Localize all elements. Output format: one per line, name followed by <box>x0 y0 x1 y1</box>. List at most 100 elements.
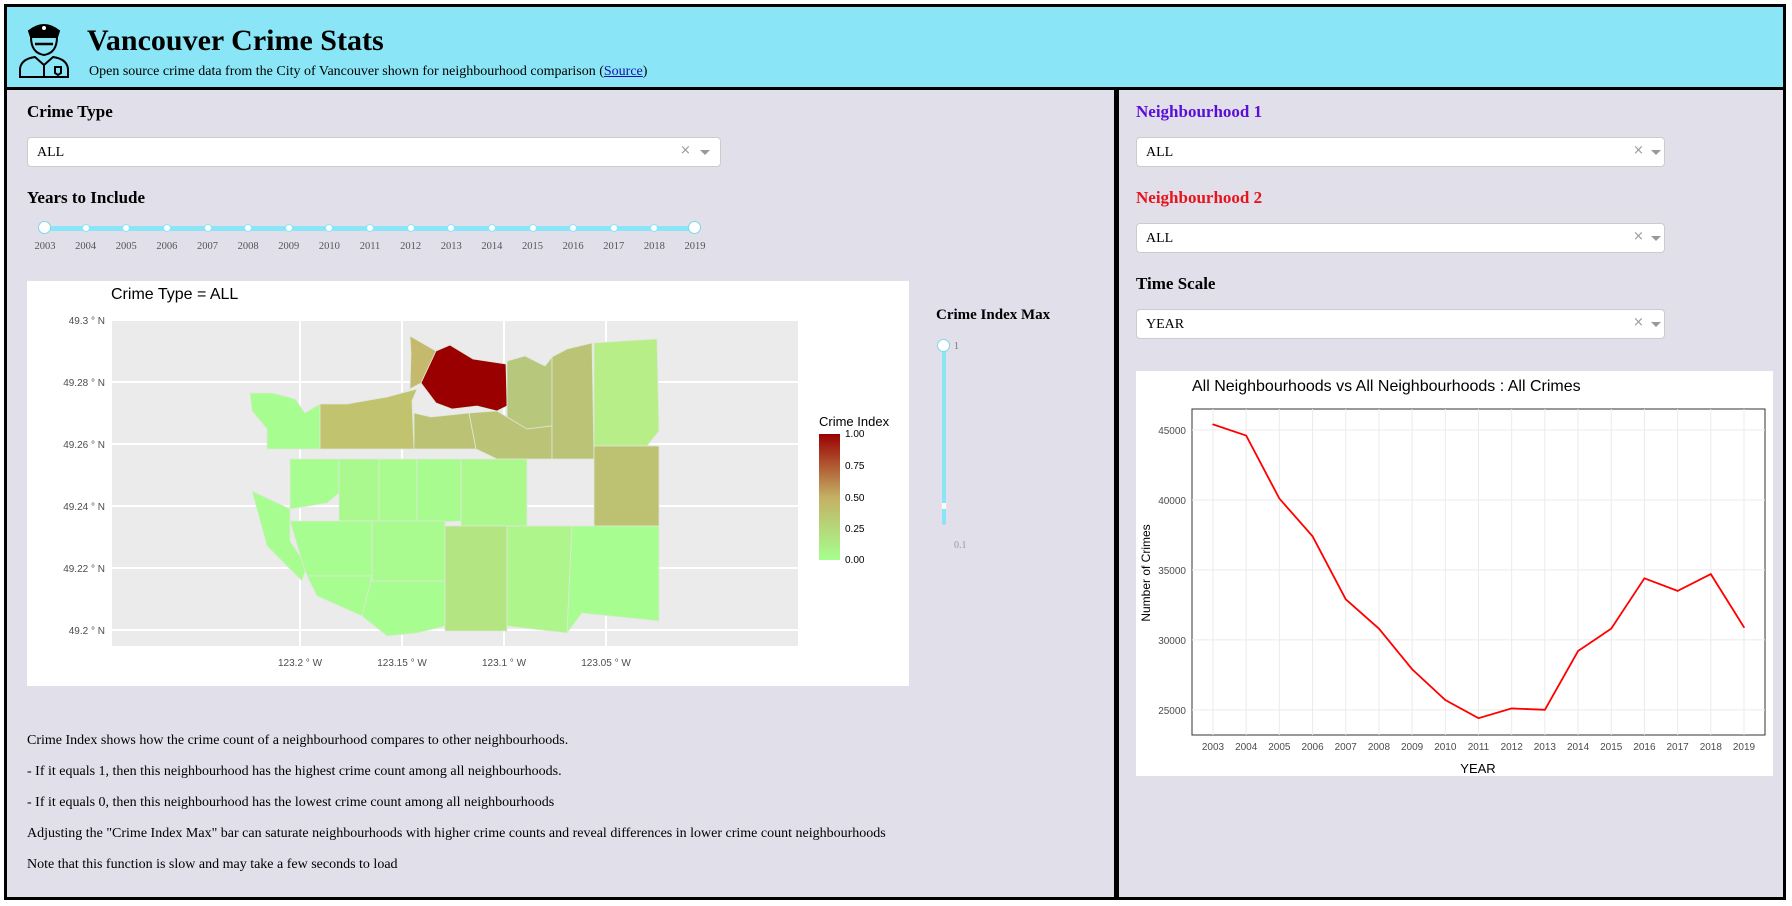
chart-data-point <box>1344 598 1347 601</box>
page-subtitle: Open source crime data from the City of … <box>89 64 648 79</box>
crime-type-select[interactable]: ALL × <box>27 137 721 167</box>
crime-map-panel: Crime Type = ALL 49.3 ° N 49.28 ° N 49.2… <box>27 281 909 686</box>
years-slider-tick-label: 2004 <box>75 241 97 252</box>
chart-data-point <box>1477 717 1480 720</box>
index-max-bottom-label: 0.1 <box>954 540 967 551</box>
chart-x-tick-label: 2018 <box>1700 742 1723 753</box>
chart-data-point <box>1544 709 1546 711</box>
years-slider-tick-label: 2015 <box>522 241 543 252</box>
time-scale-value: YEAR <box>1146 317 1185 332</box>
crime-map: Crime Type = ALL 49.3 ° N 49.28 ° N 49.2… <box>27 281 890 669</box>
chevron-down-icon[interactable] <box>1651 236 1661 241</box>
years-slider-tick-label: 2005 <box>115 241 137 252</box>
chart-x-tick-label: 2009 <box>1401 742 1424 753</box>
chevron-down-icon[interactable] <box>1651 150 1661 155</box>
note-line: Note that this function is slow and may … <box>27 857 398 872</box>
neighbourhood-grandview <box>551 342 595 460</box>
years-slider-tick <box>487 224 496 232</box>
years-slider-tick-label: 2014 <box>481 241 503 252</box>
years-slider-handle[interactable] <box>38 221 51 234</box>
crime-line-chart-panel: All Neighbourhoods vs All Neighbourhoods… <box>1136 371 1773 776</box>
neighbourhood-victoria-fraserview <box>506 525 573 634</box>
chart-title: All Neighbourhoods vs All Neighbourhoods… <box>1192 378 1581 395</box>
chart-y-tick-label: 30000 <box>1158 636 1186 647</box>
lon-axis: 123.2 ° W 123.15 ° W 123.1 ° W 123.05 ° … <box>278 658 631 669</box>
chart-y-tick-label: 25000 <box>1158 706 1186 717</box>
neighbourhood-strathcona <box>506 355 553 430</box>
chart-x-tick-label: 2014 <box>1567 742 1590 753</box>
header-banner: Vancouver Crime Stats Open source crime … <box>7 7 1783 90</box>
chart-data-point <box>1444 699 1447 701</box>
years-slider-tick-label: 2019 <box>684 241 706 252</box>
panel-divider <box>1114 90 1119 900</box>
chart-x-tick-label: 2003 <box>1202 742 1225 753</box>
lon-tick-label: 123.2 ° W <box>278 658 323 669</box>
years-slider-tick-label: 2010 <box>318 241 340 252</box>
crime-type-label: Crime Type <box>27 102 113 121</box>
crime-line-chart: All Neighbourhoods vs All Neighbourhoods… <box>1139 378 1766 776</box>
index-max-slider-handle[interactable] <box>937 339 950 352</box>
clear-icon[interactable]: × <box>1633 143 1644 158</box>
legend-title: Crime Index <box>819 414 890 429</box>
index-max-top-label: 1 <box>954 341 959 352</box>
chart-data-point <box>1577 650 1579 652</box>
years-slider-tick-label: 2012 <box>400 241 422 252</box>
years-slider-tick-label: 2016 <box>562 241 584 252</box>
chart-x-tick-label: 2015 <box>1600 742 1623 753</box>
chart-data-point <box>1245 434 1247 437</box>
chart-y-tick-label: 35000 <box>1158 566 1186 577</box>
neighbourhood-1-select[interactable]: ALL × <box>1136 137 1665 167</box>
lat-axis: 49.3 ° N 49.28 ° N 49.26 ° N 49.24 ° N 4… <box>63 316 105 637</box>
chart-data-point <box>1610 627 1613 630</box>
chevron-down-icon[interactable] <box>1651 322 1661 327</box>
years-slider-tick-label: 2006 <box>156 241 178 252</box>
neighbourhood-1-label: Neighbourhood 1 <box>1136 102 1263 121</box>
chart-x-tick-label: 2007 <box>1335 742 1358 753</box>
years-slider-tick <box>162 224 171 232</box>
app-frame: Vancouver Crime Stats Open source crime … <box>4 4 1786 900</box>
crime-type-value: ALL <box>37 145 65 160</box>
map-title: Crime Type = ALL <box>111 286 238 303</box>
neighbourhood-2-select[interactable]: ALL × <box>1136 223 1665 253</box>
police-officer-icon <box>19 24 69 78</box>
neighbourhood-2-value: ALL <box>1146 231 1174 246</box>
time-scale-select[interactable]: YEAR × <box>1136 309 1665 339</box>
lat-tick-label: 49.2 ° N <box>69 626 105 637</box>
clear-icon[interactable]: × <box>1633 229 1644 244</box>
lon-tick-label: 123.1 ° W <box>482 658 527 669</box>
note-line: Adjusting the "Crime Index Max" bar can … <box>27 826 886 841</box>
index-max-label: Crime Index Max <box>936 307 1051 323</box>
years-slider-tick-label: 2008 <box>237 241 259 252</box>
chart-data-point <box>1212 423 1214 426</box>
years-slider-tick-label: 2009 <box>278 241 300 252</box>
index-max-slider[interactable] <box>942 345 946 525</box>
chart-x-tick-label: 2005 <box>1268 742 1291 753</box>
chart-x-tick-label: 2012 <box>1501 742 1524 753</box>
chevron-down-icon[interactable] <box>700 150 710 155</box>
neighbourhood-shaughnessy <box>338 458 380 522</box>
lon-tick-label: 123.05 ° W <box>581 658 631 669</box>
years-slider-tick <box>528 224 537 232</box>
legend-colorbar <box>819 434 840 560</box>
chart-x-tick-label: 2011 <box>1468 742 1490 753</box>
clear-icon[interactable]: × <box>680 143 691 158</box>
time-scale-label: Time Scale <box>1136 274 1216 293</box>
lat-tick-label: 49.24 ° N <box>63 502 105 513</box>
index-max-slider-gap <box>942 503 946 509</box>
chart-data-point <box>1378 627 1380 630</box>
years-slider-tick-label: 2017 <box>603 241 625 252</box>
chart-x-tick-label: 2016 <box>1633 742 1656 753</box>
note-line: - If it equals 1, then this neighbourhoo… <box>27 764 562 779</box>
legend-tick-label: 1.00 <box>845 429 865 440</box>
chart-y-tick-label: 45000 <box>1158 426 1186 437</box>
lat-tick-label: 49.26 ° N <box>63 440 105 451</box>
years-slider-tick <box>284 224 293 232</box>
neighbourhood-fairview <box>413 412 477 450</box>
years-slider-tick-label: 2013 <box>440 241 462 252</box>
years-slider-handle[interactable] <box>688 221 701 234</box>
clear-icon[interactable]: × <box>1633 315 1644 330</box>
chart-x-tick-label: 2019 <box>1733 742 1756 753</box>
years-slider-tick <box>609 224 618 232</box>
source-link[interactable]: Source <box>604 64 643 79</box>
years-slider-tick <box>203 224 212 232</box>
